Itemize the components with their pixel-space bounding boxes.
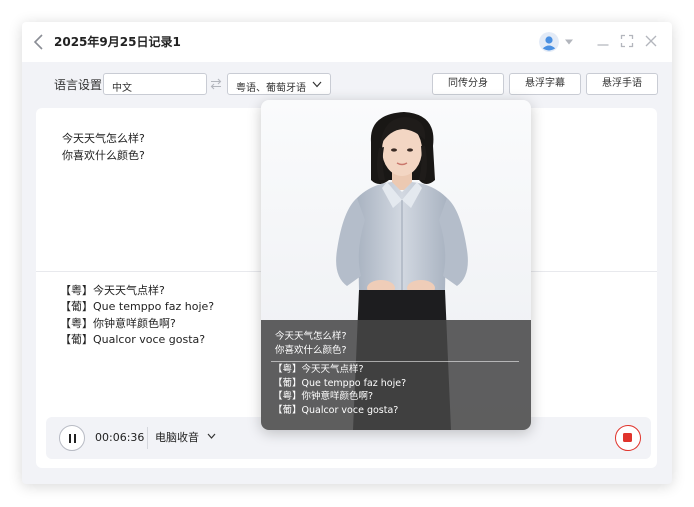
source-line: 今天天气怎么样? [62, 132, 145, 145]
caption-translation-line: 【粤】今天天气点样? [273, 364, 364, 375]
caption-source: 今天天气怎么样? 你喜欢什么颜色? [275, 330, 347, 358]
translation-line: 【葡】Qualcor voce gosta? [60, 332, 206, 346]
floating-avatar-window[interactable]: 今天天气怎么样? 你喜欢什么颜色? 【粤】今天天气点样? 【葡】Que temp… [261, 100, 531, 430]
stop-record-icon [623, 433, 632, 442]
caption-divider [271, 361, 519, 362]
pause-icon [68, 434, 71, 443]
target-language-select[interactable]: 粤语、葡萄牙语 [227, 73, 331, 95]
maximize-icon[interactable] [620, 34, 634, 48]
source-line: 你喜欢什么颜色? [62, 149, 145, 162]
translation-line: 【葡】Que temppo faz hoje? [60, 300, 215, 314]
control-separator [147, 427, 148, 449]
simultaneous-avatar-button[interactable]: 同传分身 [432, 73, 504, 95]
translation-line: 【粤】你钟意咩颜色啊? [60, 316, 176, 330]
caption-translation-line: 【葡】Qualcor voce gosta? [273, 404, 399, 416]
target-language-value: 粤语、葡萄牙语 [236, 83, 306, 94]
chevron-down-icon [312, 81, 322, 88]
chevron-down-icon [207, 433, 215, 439]
recording-timer: 00:06:36 [95, 431, 145, 444]
pause-icon [73, 434, 76, 443]
translation-transcript: 【粤】今天天气点样? 【葡】Que temppo faz hoje? 【粤】你钟… [60, 283, 214, 348]
caption-source-line: 今天天气怎么样? [275, 331, 347, 342]
pause-button[interactable] [59, 425, 85, 451]
source-language-field[interactable]: 中文 [103, 73, 207, 95]
caption-translation-line: 【粤】你钟意咩颜色啊? [273, 391, 374, 403]
audio-source-dropdown[interactable]: 电脑收音 [155, 429, 216, 447]
floating-sign-language-button[interactable]: 悬浮手语 [586, 73, 658, 95]
swap-arrows-icon[interactable] [209, 77, 223, 91]
caption-translation: 【粤】今天天气点样? 【葡】Que temppo faz hoje? 【粤】你钟… [273, 363, 406, 417]
source-language-value: 中文 [112, 83, 132, 94]
minimize-icon[interactable] [596, 34, 610, 48]
close-icon[interactable] [644, 34, 658, 48]
account-dropdown-icon[interactable] [564, 38, 574, 46]
audio-source-label: 电脑收音 [155, 431, 199, 444]
user-avatar-icon[interactable] [539, 32, 559, 52]
translation-line: 【粤】今天天气点样? [60, 284, 165, 297]
floating-subtitle-button[interactable]: 悬浮字幕 [509, 73, 581, 95]
title-bar: 2025年9月25日记录1 [22, 22, 672, 62]
stop-record-button[interactable] [615, 425, 641, 451]
page-title: 2025年9月25日记录1 [54, 35, 181, 49]
source-transcript: 今天天气怎么样? 你喜欢什么颜色? [62, 130, 145, 164]
language-settings-label: 语言设置 [54, 78, 103, 92]
caption-source-line: 你喜欢什么颜色? [275, 345, 347, 356]
back-chevron-icon[interactable] [30, 31, 48, 53]
avatar-caption-panel: 今天天气怎么样? 你喜欢什么颜色? 【粤】今天天气点样? 【葡】Que temp… [261, 320, 531, 430]
caption-translation-line: 【葡】Que temppo faz hoje? [273, 377, 407, 389]
